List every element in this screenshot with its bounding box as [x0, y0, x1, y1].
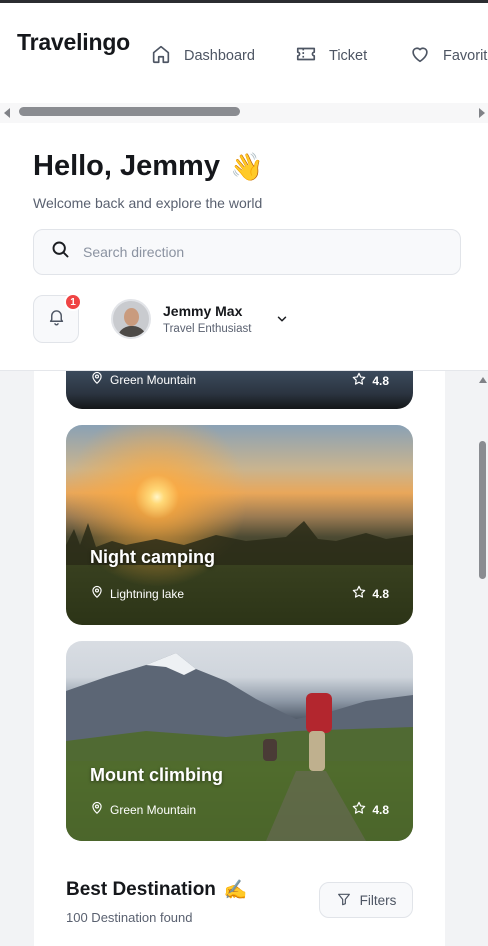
brand-logo[interactable]: Travelingo	[17, 29, 130, 56]
destination-card[interactable]: Night camping Lightning lake 4.8	[66, 425, 413, 625]
card-location: Lightning lake	[90, 585, 184, 602]
waving-hand-icon: 👋	[229, 151, 264, 182]
scroll-left-arrow-icon[interactable]	[4, 108, 10, 118]
section-title: Best Destination ✍️	[66, 878, 248, 902]
app-frame: Travelingo Dashboard Ticket Favorite	[0, 0, 488, 946]
destination-card[interactable]: Green Mountain 4.8	[66, 371, 413, 409]
avatar[interactable]	[111, 299, 151, 339]
card-location-label: Green Mountain	[110, 372, 197, 387]
card-location-label: Green Mountain	[110, 802, 197, 817]
card-rating-value: 4.8	[372, 586, 389, 601]
scroll-right-arrow-icon[interactable]	[479, 108, 485, 118]
page-subtitle: Welcome back and explore the world	[33, 195, 263, 211]
filters-label: Filters	[359, 892, 397, 908]
scroll-up-arrow-icon[interactable]	[479, 377, 487, 383]
horizontal-scrollbar[interactable]	[0, 103, 488, 123]
home-icon	[150, 43, 172, 69]
destination-card[interactable]: Mount climbing Green Mountain 4.8	[66, 641, 413, 841]
horizontal-scroll-thumb[interactable]	[19, 107, 240, 116]
notification-badge: 1	[64, 293, 82, 311]
nav-label: Favorite	[443, 48, 488, 64]
card-rating-value: 4.8	[372, 373, 389, 388]
ticket-icon	[295, 43, 317, 69]
star-icon	[351, 584, 367, 603]
search-icon	[50, 239, 71, 265]
card-rating: 4.8	[351, 371, 389, 390]
search-box[interactable]	[33, 229, 461, 275]
star-icon	[351, 800, 367, 819]
star-icon	[351, 371, 367, 390]
nav-item-dashboard[interactable]: Dashboard	[150, 43, 255, 69]
card-location: Green Mountain	[90, 801, 196, 818]
writing-hand-icon: ✍️	[223, 880, 248, 901]
map-pin-icon	[90, 585, 104, 602]
map-pin-icon	[90, 371, 104, 388]
vertical-scrollbar[interactable]	[476, 371, 488, 946]
greeting-text: Hello, Jemmy	[33, 150, 220, 182]
card-title: Mount climbing	[90, 765, 223, 785]
filter-icon	[336, 891, 352, 910]
nav-label: Ticket	[329, 48, 368, 64]
user-role: Travel Enthusiast	[163, 323, 252, 335]
card-location-label: Lightning lake	[110, 586, 185, 601]
nav-label: Dashboard	[184, 48, 255, 64]
header-panel: Hello, Jemmy 👋 Welcome back and explore …	[0, 123, 488, 371]
search-input[interactable]	[83, 244, 423, 260]
best-destination-title: Best Destination	[66, 879, 216, 900]
bell-icon	[47, 307, 66, 331]
card-location: Green Mountain	[90, 371, 196, 388]
card-rating: 4.8	[351, 800, 389, 819]
user-name: Jemmy Max	[163, 303, 243, 319]
card-rating-value: 4.8	[372, 802, 389, 817]
destination-count: 100 Destination found	[66, 910, 193, 925]
top-nav: Travelingo Dashboard Ticket Favorite	[0, 3, 488, 103]
page-title: Hello, Jemmy 👋	[33, 150, 264, 183]
heart-icon	[409, 43, 431, 69]
card-rating: 4.8	[351, 584, 389, 603]
map-pin-icon	[90, 801, 104, 818]
filters-button[interactable]: Filters	[319, 882, 413, 918]
user-info: Jemmy Max Travel Enthusiast	[163, 303, 251, 335]
user-menu[interactable]: Jemmy Max Travel Enthusiast	[111, 299, 289, 339]
vertical-scroll-thumb[interactable]	[479, 441, 486, 579]
chevron-down-icon[interactable]	[275, 312, 289, 326]
nav-item-ticket[interactable]: Ticket	[295, 43, 367, 69]
card-title: Night camping	[90, 547, 215, 567]
nav-item-favorite[interactable]: Favorite	[409, 43, 488, 69]
